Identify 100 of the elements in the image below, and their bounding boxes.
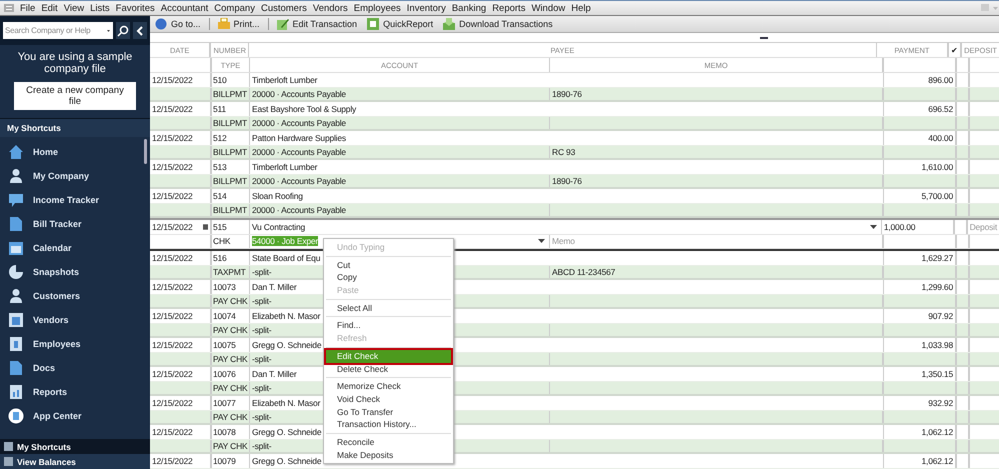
dropdown-icon[interactable]	[538, 239, 545, 244]
menu-item[interactable]: Transaction History...	[326, 418, 451, 431]
toolbar-button[interactable]: Print...	[216, 18, 262, 30]
table-cell: 12/15/2022	[152, 190, 193, 201]
printer-icon	[218, 18, 230, 30]
table-cell: Dan T. Miller	[252, 368, 296, 379]
table-cell: 10079	[212, 454, 250, 468]
table-cell: 12/15/2022	[152, 132, 193, 143]
shortcut-item[interactable]: Bill Tracker	[0, 212, 150, 236]
toolbar-button[interactable]: Edit Transaction	[274, 18, 360, 30]
table-cell: 10075	[212, 338, 250, 352]
shortcut-item[interactable]: Docs	[0, 356, 150, 380]
table-cell: -split-	[252, 296, 272, 306]
menu-item[interactable]: Banking	[452, 2, 486, 14]
shortcut-item[interactable]: App Center	[0, 404, 150, 428]
menu-item[interactable]: File	[20, 2, 36, 14]
table-cell: Elizabeth N. Masor	[252, 310, 320, 321]
shortcut-item[interactable]: Home	[0, 140, 150, 164]
menu-item[interactable]: Edit Check	[326, 350, 451, 362]
table-cell: Dan T. Miller	[252, 282, 296, 292]
menu-item[interactable]: Inventory	[406, 2, 446, 14]
table-cell: -split-	[252, 354, 272, 364]
dropdown-icon[interactable]	[870, 224, 877, 229]
scrollbar[interactable]	[144, 139, 147, 164]
sidebar-tab[interactable]: View Balances	[0, 454, 150, 469]
search-button[interactable]	[116, 22, 130, 39]
table-cell: 513	[212, 160, 250, 174]
toolbar-button[interactable]: Download Transactions	[441, 18, 555, 30]
menu-item[interactable]: Reconcile	[326, 436, 451, 449]
sidebar-tab[interactable]: My Shortcuts	[0, 439, 150, 454]
menu-item[interactable]: Company	[214, 2, 255, 14]
menu-item[interactable]: Window	[531, 2, 566, 14]
shortcut-item[interactable]: My Company	[0, 164, 150, 188]
shortcut-item[interactable]: Employees	[0, 332, 150, 356]
table-cell: ABCD 11-234567	[552, 266, 616, 277]
shortcut-item[interactable]: Reports	[0, 380, 150, 404]
table-cell: 12/15/2022	[152, 104, 193, 114]
table-cell: 12/15/2022	[152, 368, 193, 379]
menu-item[interactable]: Lists	[90, 2, 110, 14]
table-cell: State Board of Equ	[252, 252, 320, 263]
table-cell: -split-	[252, 440, 272, 451]
shortcut-item[interactable]: Customers	[0, 284, 150, 308]
menu-item[interactable]: Edit	[41, 2, 58, 14]
table-cell: BILLPMT	[212, 174, 250, 187]
table-cell: 516	[212, 251, 250, 264]
sample-file-notice: You are using a sample company file	[16, 51, 134, 75]
menu-item[interactable]: Memorize Check	[326, 380, 451, 393]
shortcut-item[interactable]: Income Tracker	[0, 188, 150, 212]
chevron-left-icon	[136, 26, 144, 36]
table-cell: 12/15/2022	[152, 282, 193, 292]
square-icon	[4, 442, 13, 451]
menu-item[interactable]: Vendors	[312, 2, 348, 14]
table-cell: Timberloft Lumber	[252, 74, 318, 85]
menu-item[interactable]: Void Check	[326, 392, 451, 406]
menu-item[interactable]: Help	[571, 2, 591, 14]
person-icon	[8, 288, 24, 304]
table-cell: PAY CHK	[212, 440, 250, 452]
menu-item[interactable]: Find...	[326, 319, 451, 332]
table-cell: Gregg O. Schneide	[252, 340, 322, 350]
table-cell: 512	[212, 131, 250, 144]
table-cell: 12/15/2022	[152, 74, 193, 85]
menu-item[interactable]: Customers	[260, 2, 307, 14]
table-cell: PAY CHK	[212, 382, 250, 394]
table-cell: Patton Hardware Supplies	[252, 132, 346, 143]
document-icon	[8, 216, 24, 232]
table-cell: 1,062.12	[884, 454, 957, 468]
resize-handle[interactable]	[760, 37, 768, 39]
toolbar-button[interactable]: Go to...	[153, 18, 203, 30]
menu-item[interactable]: Employees	[354, 2, 401, 14]
shortcut-item[interactable]: Vendors	[0, 308, 150, 332]
menu-item[interactable]: Favorites	[116, 2, 155, 14]
menu-item[interactable]: Go To Transfer	[326, 406, 451, 418]
search-field[interactable]: Search Company or Help	[3, 22, 113, 39]
table-cell: 10078	[212, 425, 250, 438]
menu-item[interactable]: Accountant	[160, 2, 208, 14]
menu-item[interactable]: View	[64, 2, 84, 14]
table-cell: Gregg O. Schneide	[252, 426, 322, 437]
shortcut-item[interactable]: Snapshots	[0, 260, 150, 284]
table-cell: 12/15/2022	[152, 398, 193, 408]
document-icon	[8, 360, 24, 376]
table-cell: Vu Contracting	[252, 222, 306, 232]
toolbar-button[interactable]: QuickReport	[365, 18, 436, 30]
create-company-button[interactable]: Create a new company file	[14, 82, 136, 110]
table-cell: BILLPMT	[212, 116, 250, 129]
collapse-button[interactable]	[133, 22, 147, 39]
menu-item[interactable]: Make Deposits	[326, 448, 451, 462]
menu-item[interactable]: Cut	[326, 258, 451, 272]
table-cell: 1890-76	[552, 176, 582, 186]
menu-item[interactable]: Reports	[492, 2, 526, 14]
menu-item[interactable]: Copy	[326, 271, 451, 284]
shortcut-item[interactable]: Calendar	[0, 236, 150, 260]
table-cell: 12/15/2022	[152, 310, 193, 321]
table-cell: PAY CHK	[212, 352, 250, 365]
table-cell: 12/15/2022	[152, 426, 193, 437]
menu-item[interactable]: Select All	[326, 302, 451, 314]
table-cell: PAY CHK	[212, 294, 250, 307]
table-cell: 20000 · Accounts Payable	[252, 176, 346, 186]
report-icon	[367, 18, 380, 30]
table-cell: 510	[212, 73, 250, 86]
menu-item[interactable]: Delete Check	[326, 362, 451, 376]
